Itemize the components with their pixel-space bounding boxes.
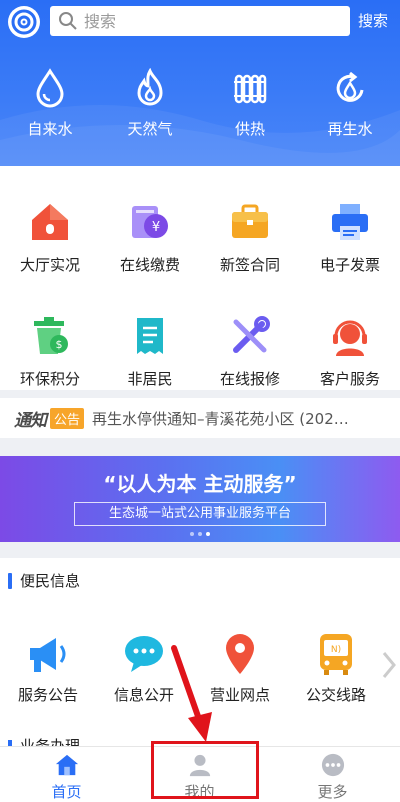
notice-text[interactable]: 再生水停供通知–青溪花苑小区 (202… [92,408,372,429]
utility-label: 再生水 [327,120,373,138]
services-grid: 大厅实况 ¥ 在线缴费 新签合同 电子发票 $ 环保积分 非居民 在线报修 客户… [0,166,400,390]
flame-icon [137,68,163,106]
pagination-dot-active[interactable] [206,532,210,536]
service-label: 大厅实况 [19,256,80,274]
service-new-contract[interactable]: 新签合同 [200,200,300,275]
services-row: 大厅实况 ¥ 在线缴费 新签合同 电子发票 [0,200,400,275]
conv-label: 公交线路 [305,686,366,704]
service-label: 客户服务 [319,370,380,388]
nav-more[interactable]: 更多 [266,747,399,802]
service-label: 环保积分 [19,370,80,388]
receipt-icon [137,318,163,354]
service-customer-service[interactable]: 客户服务 [300,314,400,389]
conv-label: 服务公告 [17,686,78,704]
svg-text:$: $ [56,338,63,351]
banner-pagination [190,532,210,536]
utility-label: 天然气 [127,120,173,138]
pagination-dot[interactable] [198,532,202,536]
conv-bus-routes[interactable]: N) 公交线路 [288,630,384,705]
search-button[interactable]: 搜索 [358,10,388,31]
service-label: 电子发票 [319,256,380,274]
promo-banner[interactable]: “以人为本 主动服务” 生态城一站式公用事业服务平台 [0,456,400,542]
more-icon [321,753,344,777]
chevron-right-icon[interactable] [380,650,398,680]
notice-bar[interactable]: 通知 公告 再生水停供通知–青溪花苑小区 (202… [0,398,400,438]
customer-service-icon [333,320,367,356]
payment-yen-icon: ¥ [132,206,168,238]
search-icon [59,12,77,30]
utility-recycled-water[interactable]: 再生水 [300,68,400,139]
services-row: $ 环保积分 非居民 在线报修 客户服务 [0,314,400,389]
service-label: 在线缴费 [119,256,180,274]
utility-label: 自来水 [27,120,73,138]
recycled-water-icon [336,71,364,102]
printer-icon [332,204,368,240]
notice-tag: 公告 [50,407,85,429]
section-title: 便民信息 [20,572,81,590]
megaphone-icon [30,638,66,672]
banner-title: “以人为本 主动服务” [103,472,297,496]
location-pin-icon [226,634,254,674]
utility-label: 供热 [234,120,265,138]
notice-brand: 通知 [14,410,47,431]
service-label: 新签合同 [219,256,280,274]
service-online-repair[interactable]: 在线报修 [200,314,300,389]
nav-home[interactable]: 首页 [0,747,133,802]
svg-text:N): N) [331,645,341,655]
service-e-invoice[interactable]: 电子发票 [300,200,400,275]
water-drop-icon [36,68,64,108]
pagination-dot[interactable] [190,532,194,536]
annotation-highlight-box [151,741,259,799]
app-logo[interactable] [8,6,40,38]
utility-heating[interactable]: 供热 [200,68,300,139]
radiator-icon [234,74,267,104]
service-online-payment[interactable]: ¥ 在线缴费 [100,200,200,275]
utility-gas[interactable]: 天然气 [100,68,200,139]
service-non-resident[interactable]: 非居民 [100,314,200,389]
recycle-bin-icon: $ [34,317,68,354]
home-icon [55,754,78,776]
nav-label: 更多 [317,783,348,801]
service-label: 非居民 [127,370,173,388]
search-input[interactable] [84,11,324,31]
nav-label: 首页 [51,783,82,801]
repair-tools-icon [233,316,270,353]
conv-service-notice[interactable]: 服务公告 [0,630,96,705]
hall-house-icon [32,204,68,240]
utility-water[interactable]: 自来水 [0,68,100,139]
section-header: 便民信息 [8,570,80,591]
header: 搜索 自来水 天然气 供热 [0,0,400,166]
annotation-arrow-icon [171,645,212,742]
service-eco-points[interactable]: $ 环保积分 [0,314,100,389]
briefcase-icon [232,204,268,238]
bus-icon: N) [320,634,352,675]
banner-subtitle: 生态城一站式公用事业服务平台 [74,502,326,526]
svg-text:¥: ¥ [152,220,160,235]
service-label: 在线报修 [219,370,280,388]
service-hall-live[interactable]: 大厅实况 [0,200,100,275]
swirl-logo-icon [11,9,37,35]
search-bar[interactable] [50,6,350,36]
section-accent-bar [8,572,12,589]
utility-row: 自来水 天然气 供热 再生水 [0,68,400,139]
